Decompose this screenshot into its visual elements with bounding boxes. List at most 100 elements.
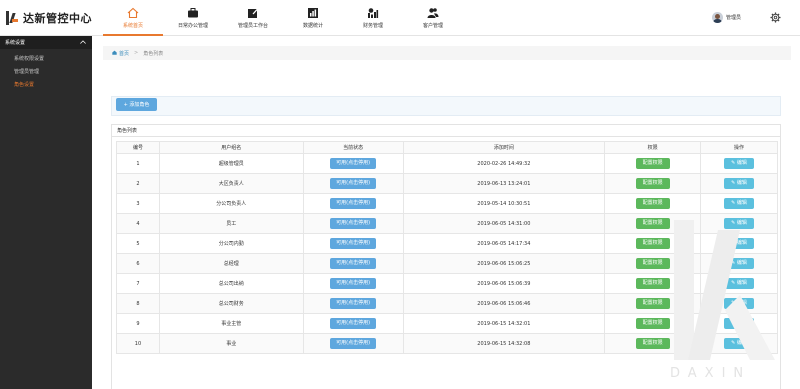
breadcrumb-home[interactable]: 首页 xyxy=(112,50,129,57)
gear-icon[interactable] xyxy=(770,12,781,23)
table-row: 9 事业主管 可用(点击停用) 2019-06-15 14:32:01 配置权限 ✎ 编辑 xyxy=(116,313,778,334)
table-body: 1 超级管理员 可用(点击停用) 2020-02-26 14:49:32 配置权限 ✎ 编… xyxy=(116,153,778,354)
edit-button[interactable]: ✎ 编辑 xyxy=(724,258,755,269)
cell-id: 10 xyxy=(116,333,160,354)
cell-permission: 配置权限 xyxy=(604,273,702,294)
configure-permission-button[interactable]: 配置权限 xyxy=(635,318,670,329)
configure-permission-button[interactable]: 配置权限 xyxy=(635,198,670,209)
edit-button[interactable]: ✎ 编辑 xyxy=(724,238,755,249)
toggle-status-button[interactable]: 可用(点击停用) xyxy=(330,178,377,189)
toggle-status-button[interactable]: 可用(点击停用) xyxy=(330,338,377,349)
toggle-status-button[interactable]: 可用(点击停用) xyxy=(330,218,377,229)
configure-permission-button[interactable]: 配置权限 xyxy=(635,278,670,289)
toggle-status-button[interactable]: 可用(点击停用) xyxy=(330,278,377,289)
cell-group-name: 分公司内勤 xyxy=(158,233,304,254)
sidebar-list: 系统权限设置 管理员管理 角色设置 xyxy=(0,49,92,92)
nav-item-office[interactable]: 日常办公管理 xyxy=(163,0,223,36)
edit-button[interactable]: ✎ 编辑 xyxy=(724,218,755,229)
user-menu[interactable]: 管理员 xyxy=(712,12,741,23)
table-row: 10 事业 可用(点击停用) 2019-06-15 14:32:08 配置权限 ✎ 编辑 xyxy=(116,333,778,354)
briefcase-icon xyxy=(187,7,199,19)
column-header: 操作 xyxy=(700,141,778,154)
configure-permission-button[interactable]: 配置权限 xyxy=(635,238,670,249)
nav-item-stats[interactable]: 数据统计 xyxy=(283,0,343,36)
avatar xyxy=(712,12,723,23)
nav-item-finance[interactable]: 财务管理 xyxy=(343,0,403,36)
edit-button[interactable]: ✎ 编辑 xyxy=(724,178,755,189)
configure-permission-button[interactable]: 配置权限 xyxy=(635,298,670,309)
cell-time: 2019-06-05 14:17:34 xyxy=(402,233,606,254)
sidebar-item-admins[interactable]: 管理员管理 xyxy=(0,66,92,79)
edit-button[interactable]: ✎ 编辑 xyxy=(724,278,755,289)
toggle-status-button[interactable]: 可用(点击停用) xyxy=(330,198,377,209)
cell-id: 1 xyxy=(116,153,160,174)
watermark-text: DAXIN xyxy=(670,366,752,381)
cell-group-name: 员工 xyxy=(158,213,304,234)
sidebar-item-permissions[interactable]: 系统权限设置 xyxy=(0,53,92,66)
home-icon xyxy=(112,50,119,57)
toggle-status-button[interactable]: 可用(点击停用) xyxy=(330,298,377,309)
cell-status: 可用(点击停用) xyxy=(302,293,404,314)
toggle-status-button[interactable]: 可用(点击停用) xyxy=(330,258,377,269)
cell-group-name: 事业主管 xyxy=(158,313,304,334)
configure-permission-button[interactable]: 配置权限 xyxy=(635,218,670,229)
cell-permission: 配置权限 xyxy=(604,153,702,174)
configure-permission-button[interactable]: 配置权限 xyxy=(635,258,670,269)
configure-permission-button[interactable]: 配置权限 xyxy=(635,178,670,189)
configure-permission-button[interactable]: 配置权限 xyxy=(635,158,670,169)
edit-button[interactable]: ✎ 编辑 xyxy=(724,338,755,349)
cell-actions: ✎ 编辑 xyxy=(700,153,778,174)
cell-status: 可用(点击停用) xyxy=(302,213,404,234)
cell-id: 8 xyxy=(116,293,160,314)
configure-permission-button[interactable]: 配置权限 xyxy=(635,338,670,349)
table-row: 3 分公司负责人 可用(点击停用) 2019-05-14 10:30:51 配置权限 ✎ … xyxy=(116,193,778,214)
sidebar-item-roles[interactable]: 角色设置 xyxy=(0,79,92,92)
user-name: 管理员 xyxy=(726,15,742,21)
edit-label: 编辑 xyxy=(736,240,747,246)
column-header: 用户组名 xyxy=(158,141,304,154)
column-header: 当前状态 xyxy=(302,141,404,154)
nav-item-admin-desk[interactable]: 管理员工作台 xyxy=(223,0,283,36)
cell-status: 可用(点击停用) xyxy=(302,193,404,214)
table-row: 5 分公司内勤 可用(点击停用) 2019-06-05 14:17:34 配置权限 ✎ 编… xyxy=(116,233,778,254)
cell-time: 2019-05-14 10:30:51 xyxy=(402,193,606,214)
logo[interactable]: 达新管控中心 xyxy=(5,10,92,26)
cell-permission: 配置权限 xyxy=(604,233,702,254)
column-header: 添加时间 xyxy=(402,141,606,154)
sidebar-section-header[interactable]: 系统设置 xyxy=(0,36,92,49)
cell-group-name: 超级管理员 xyxy=(158,153,304,174)
cell-permission: 配置权限 xyxy=(604,293,702,314)
cell-status: 可用(点击停用) xyxy=(302,253,404,274)
add-role-button[interactable]: + 添加角色 xyxy=(116,98,157,111)
toggle-status-button[interactable]: 可用(点击停用) xyxy=(330,318,377,329)
nav-item-home[interactable]: 系统首页 xyxy=(103,0,163,36)
table-row: 4 员工 可用(点击停用) 2019-06-05 14:31:00 配置权限 ✎ 编辑 xyxy=(116,213,778,234)
cell-group-name: 分公司负责人 xyxy=(158,193,304,214)
logo-mark-icon xyxy=(5,11,19,25)
nav-label: 财务管理 xyxy=(362,23,383,29)
table-row: 2 大区负责人 可用(点击停用) 2019-06-13 13:24:01 配置权限 ✎ 编… xyxy=(116,173,778,194)
nav-item-customers[interactable]: 客户管理 xyxy=(403,0,463,36)
edit-button[interactable]: ✎ 编辑 xyxy=(724,318,755,329)
cell-group-name: 总公司财务 xyxy=(158,293,304,314)
cell-id: 4 xyxy=(116,213,160,234)
main-content: 首页 > 角色列表 + 添加角色 角色列表 编号 用户组名 当前状态 添加时间 … xyxy=(92,36,800,389)
nav-label: 系统首页 xyxy=(122,23,143,29)
toggle-status-button[interactable]: 可用(点击停用) xyxy=(330,158,377,169)
cell-id: 5 xyxy=(116,233,160,254)
edit-button[interactable]: ✎ 编辑 xyxy=(724,198,755,209)
edit-button[interactable]: ✎ 编辑 xyxy=(724,158,755,169)
edit-label: 编辑 xyxy=(736,200,747,206)
panel-title: 角色列表 xyxy=(112,125,780,137)
cell-time: 2019-06-15 14:32:01 xyxy=(402,313,606,334)
cell-time: 2019-06-06 15:06:46 xyxy=(402,293,606,314)
edit-button[interactable]: ✎ 编辑 xyxy=(724,298,755,309)
chevron-up-icon xyxy=(80,39,86,46)
toggle-status-button[interactable]: 可用(点击停用) xyxy=(330,238,377,249)
cell-time: 2019-06-06 15:06:25 xyxy=(402,253,606,274)
cell-id: 2 xyxy=(116,173,160,194)
cell-actions: ✎ 编辑 xyxy=(700,233,778,254)
breadcrumb-home-label: 首页 xyxy=(119,50,130,57)
cell-actions: ✎ 编辑 xyxy=(700,193,778,214)
edit-label: 编辑 xyxy=(736,180,747,186)
